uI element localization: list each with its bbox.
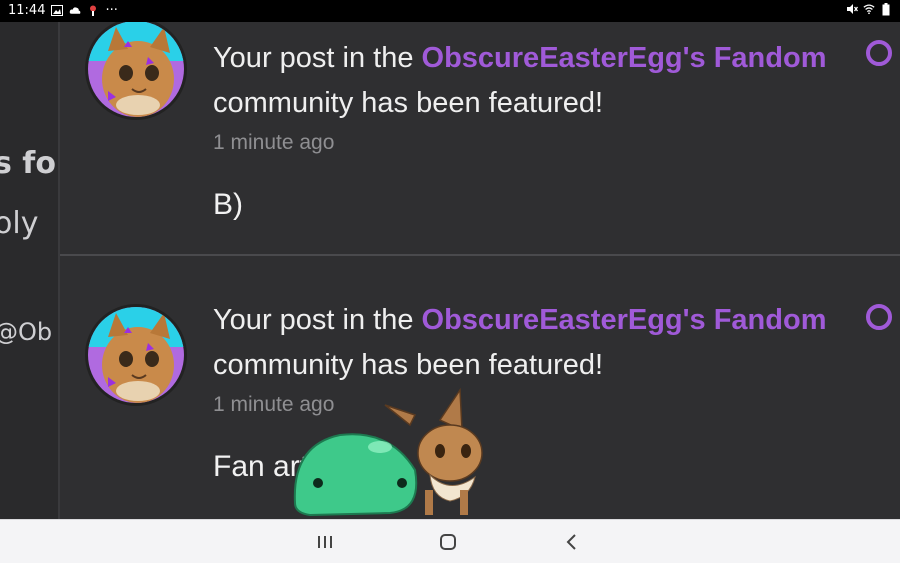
unread-indicator <box>866 40 892 66</box>
notification-item[interactable]: Your post in the ObscureEasterEgg's Fand… <box>60 22 900 254</box>
gallery-icon <box>51 5 64 17</box>
timestamp: 1 minute ago <box>213 393 335 416</box>
message-suffix: community has been featured! <box>213 87 604 119</box>
community-link[interactable]: ObscureEasterEgg's Fandom <box>422 42 827 74</box>
navigation-bar <box>0 519 900 563</box>
home-button[interactable] <box>428 528 468 556</box>
background-text: oly <box>0 206 39 241</box>
background-text: s fo <box>0 146 56 181</box>
message-prefix: Your post in the <box>213 42 422 74</box>
clock: 11:44 <box>8 3 46 18</box>
wifi-icon <box>863 3 875 15</box>
notification-icon <box>87 5 99 17</box>
message-prefix: Your post in the <box>213 304 422 336</box>
unread-indicator <box>866 304 892 330</box>
battery-icon <box>880 2 892 15</box>
timestamp: 1 minute ago <box>213 131 335 154</box>
back-icon <box>566 534 576 550</box>
mute-icon <box>846 3 858 15</box>
status-bar: 11:44 ··· <box>0 0 900 22</box>
notification-message: Your post in the ObscureEasterEgg's Fand… <box>213 298 833 388</box>
cloud-icon <box>69 5 81 17</box>
avatar[interactable] <box>85 22 187 120</box>
background-sheet[interactable]: s fo oly @Ob <box>0 22 58 519</box>
post-title: B) <box>213 188 243 221</box>
post-title: Fan art time <box>213 450 374 483</box>
notification-item[interactable]: Your post in the ObscureEasterEgg's Fand… <box>60 254 900 519</box>
recent-apps-icon <box>318 536 332 548</box>
message-suffix: community has been featured! <box>213 349 604 381</box>
back-button[interactable] <box>552 528 592 556</box>
notification-message: Your post in the ObscureEasterEgg's Fand… <box>213 36 833 126</box>
recent-apps-button[interactable] <box>305 528 345 556</box>
background-handle: @Ob <box>0 318 53 346</box>
notification-feed[interactable]: Your post in the ObscureEasterEgg's Fand… <box>60 22 900 519</box>
status-overflow: ··· <box>105 3 118 18</box>
home-icon <box>440 534 456 550</box>
avatar[interactable] <box>85 304 187 406</box>
community-link[interactable]: ObscureEasterEgg's Fandom <box>422 304 827 336</box>
